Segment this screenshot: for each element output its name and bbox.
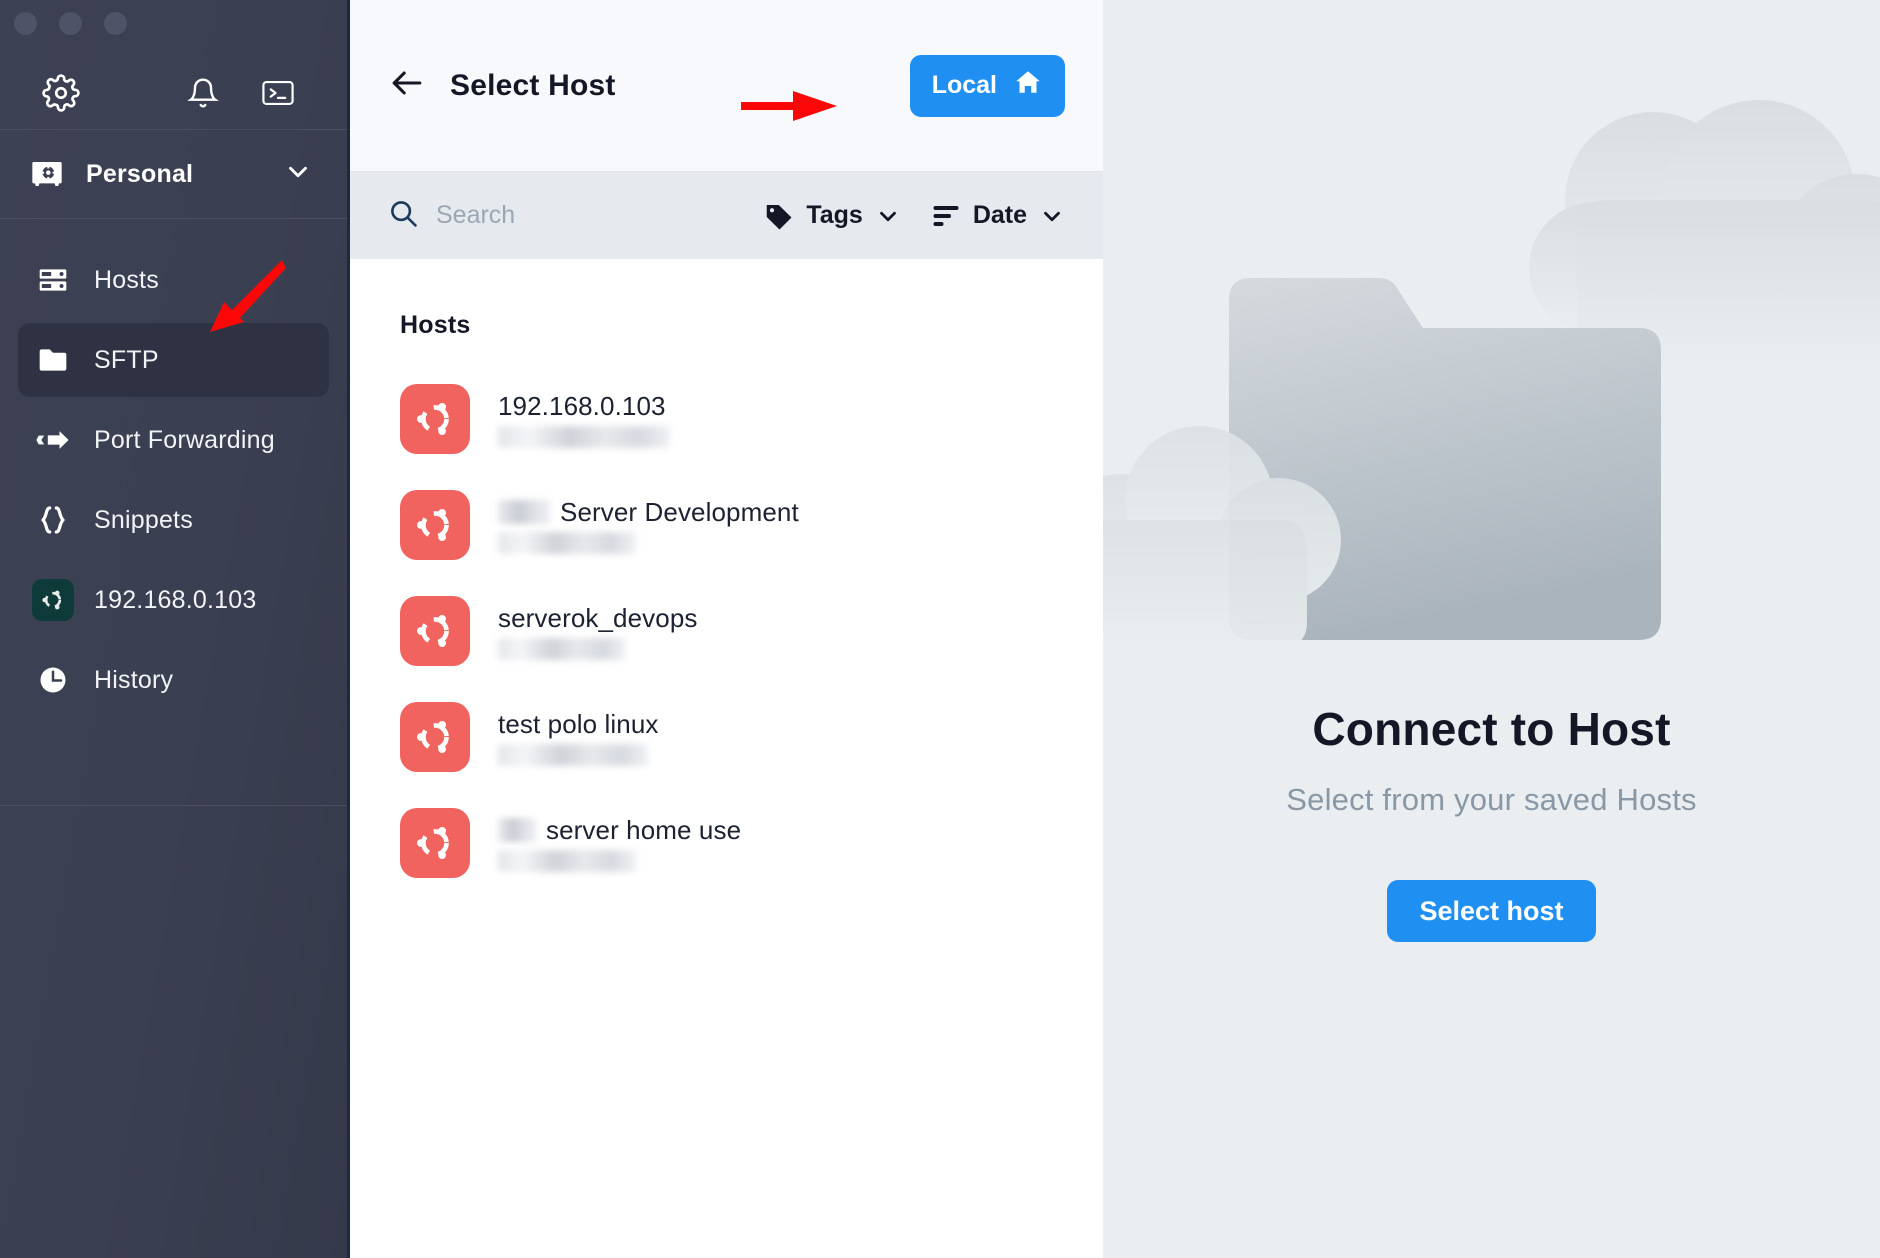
workspace-name: Personal	[86, 159, 194, 188]
ubuntu-icon	[400, 490, 470, 560]
local-button-label: Local	[931, 71, 997, 99]
empty-state-subtitle: Select from your saved Hosts	[1286, 782, 1697, 817]
host-name: serverok_devops	[498, 602, 698, 633]
host-name: server home use	[546, 814, 742, 845]
ubuntu-icon	[30, 579, 76, 621]
minimize-window-button[interactable]	[59, 12, 82, 35]
sort-icon	[931, 203, 961, 229]
date-sort-button[interactable]: Date	[931, 201, 1065, 230]
annotation-arrow-to-sftp	[186, 256, 286, 337]
host-list-item[interactable]: Server Development	[350, 472, 1103, 578]
filter-bar: Tags Date	[350, 171, 1103, 259]
host-list-section-title: Hosts	[400, 311, 471, 339]
sidebar: Personal Hosts SFTP Port Forwarding Snip…	[0, 0, 350, 1258]
host-list-item[interactable]: serverok_devops	[350, 578, 1103, 684]
server-icon	[30, 262, 76, 298]
sidebar-item-label: Port Forwarding	[94, 425, 275, 454]
sidebar-item-port-forwarding[interactable]: Port Forwarding	[18, 403, 329, 477]
host-subtitle-redacted	[498, 637, 626, 660]
ubuntu-icon	[400, 384, 470, 454]
sidebar-item-label: History	[94, 665, 174, 694]
chevron-down-icon[interactable]	[283, 157, 313, 192]
workspace-selector[interactable]: Personal	[0, 130, 347, 218]
ubuntu-icon	[400, 596, 470, 666]
sidebar-nav: Hosts SFTP Port Forwarding Snippets 192.…	[0, 219, 347, 717]
sidebar-item-label: Snippets	[94, 505, 193, 534]
sidebar-item-label: Hosts	[94, 265, 159, 294]
home-icon	[1013, 68, 1043, 103]
search-icon	[388, 198, 418, 233]
bell-icon[interactable]	[187, 76, 219, 110]
tags-filter-label: Tags	[806, 201, 863, 229]
panel-header: Select Host Local	[350, 0, 1103, 171]
arrow-left-icon[interactable]	[390, 68, 424, 103]
host-name-prefix-redacted	[498, 500, 550, 524]
tag-icon	[764, 202, 794, 230]
sidebar-toolbar	[0, 57, 347, 129]
sidebar-item-snippets[interactable]: Snippets	[18, 483, 329, 557]
sidebar-item-label: 192.168.0.103	[94, 585, 257, 614]
braces-icon	[30, 502, 76, 538]
tags-filter-button[interactable]: Tags	[764, 201, 901, 230]
app-window: Personal Hosts SFTP Port Forwarding Snip…	[0, 0, 1880, 1258]
maximize-window-button[interactable]	[104, 12, 127, 35]
search-input[interactable]	[436, 201, 735, 230]
annotation-arrow-to-local-button	[741, 86, 841, 131]
sidebar-item-host-192-168-0-103[interactable]: 192.168.0.103	[18, 563, 329, 637]
host-name-prefix-redacted	[498, 818, 536, 842]
empty-state-title: Connect to Host	[1312, 703, 1671, 755]
folder-clouds-illustration	[1103, 0, 1880, 680]
host-subtitle-redacted	[498, 743, 648, 766]
host-list: Hosts 192.168.0.103 Server Development s…	[350, 259, 1103, 1258]
select-host-button[interactable]: Select host	[1387, 880, 1596, 942]
arrows-icon	[30, 422, 76, 458]
host-list-item[interactable]: server home use	[350, 790, 1103, 896]
window-traffic-lights	[0, 0, 347, 35]
ubuntu-icon	[400, 702, 470, 772]
host-list-item[interactable]: test polo linux	[350, 684, 1103, 790]
sidebar-item-history[interactable]: History	[18, 643, 329, 717]
date-sort-label: Date	[972, 201, 1027, 229]
close-window-button[interactable]	[14, 12, 37, 35]
empty-state-panel: Connect to Host Select from your saved H…	[1103, 0, 1880, 1258]
chevron-down-icon	[1039, 203, 1065, 229]
clock-icon	[30, 662, 76, 698]
host-picker-panel: Select Host Local Search Tags Date Hosts…	[350, 0, 1103, 1258]
host-subtitle-redacted	[498, 425, 670, 448]
sidebar-item-label: SFTP	[94, 345, 159, 374]
terminal-icon[interactable]	[261, 78, 295, 108]
folder-icon	[30, 342, 76, 378]
host-subtitle-redacted	[498, 849, 636, 872]
host-subtitle-redacted	[498, 531, 636, 554]
host-name: Server Development	[560, 496, 799, 527]
chevron-down-icon	[875, 203, 901, 229]
host-name: 192.168.0.103	[498, 390, 666, 421]
sidebar-divider-bottom	[0, 805, 347, 806]
host-name: test polo linux	[498, 708, 659, 739]
ubuntu-icon	[400, 808, 470, 878]
gear-icon[interactable]	[42, 74, 80, 112]
local-button[interactable]: Local	[909, 54, 1065, 117]
vault-icon	[30, 157, 64, 191]
host-list-item[interactable]: 192.168.0.103	[350, 366, 1103, 472]
page-title: Select Host	[450, 68, 616, 102]
search-field-wrapper[interactable]	[388, 198, 735, 233]
